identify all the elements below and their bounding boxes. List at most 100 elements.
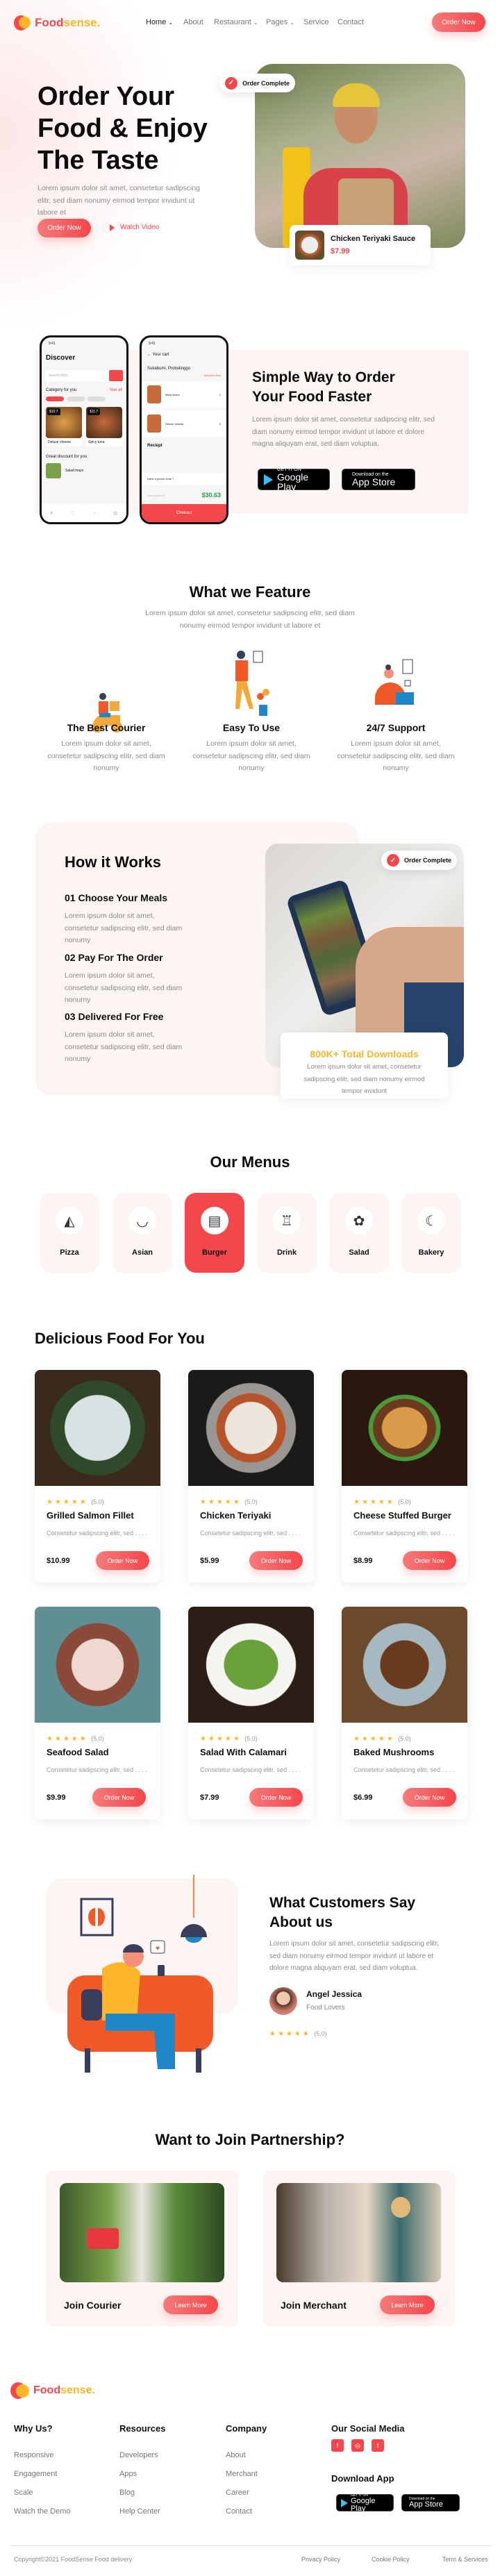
merchant-learn-more-button[interactable]: Learn More (380, 2295, 435, 2314)
food-photo (35, 1607, 160, 1723)
footer-link[interactable]: Scale (14, 2489, 33, 2497)
feature-title: The Best Courier (67, 722, 146, 733)
reviewer-name: Angel Jessica (306, 1989, 362, 1999)
footer-link[interactable]: Career (226, 2489, 249, 2497)
food-photo (35, 1370, 160, 1486)
food-price: $7.99 (200, 1793, 219, 1802)
food-card: ★★★★★ (5.0) Cheese Stuffed Burger Conset… (342, 1370, 467, 1582)
google-play-button[interactable]: GET IT ON Google Play (258, 467, 330, 492)
courier-photo (60, 2183, 224, 2282)
watch-video-button[interactable]: Watch Video (110, 224, 159, 231)
footer-link[interactable]: Help Center (119, 2507, 160, 2516)
testimonial-title: What Customers Say About us (269, 1895, 416, 1930)
join-merchant-label: Join Merchant (281, 2300, 347, 2311)
star-rating: ★★★★★ (47, 1498, 88, 1506)
footer-link[interactable]: About (226, 2451, 246, 2459)
food-order-now-button[interactable]: Order Now (92, 1788, 146, 1807)
menu-bakery[interactable]: ☾ Bakery (401, 1193, 461, 1273)
terms-link[interactable]: Term & Services (442, 2556, 488, 2563)
food-card: ★★★★★ (5.0) Grilled Salmon Fillet Conset… (35, 1370, 160, 1582)
person-on-sofa-illustration: ♥ (67, 1875, 213, 2073)
step-title: 01 Choose Your Meals (65, 892, 168, 903)
food-desc: Consetetur sadipscing elitr, sed . . . . (353, 1766, 455, 1773)
nav-service[interactable]: Service (303, 18, 329, 26)
app-store-button[interactable]: Download on the App Store (342, 469, 415, 490)
footer-logo[interactable]: Foodsense. (10, 2382, 95, 2399)
food-card: ★★★★★ (5.0) Seafood Salad Consetetur sad… (35, 1607, 160, 1819)
food-order-now-button[interactable]: Order Now (249, 1788, 303, 1807)
menu-drink[interactable]: ♖ Drink (257, 1193, 317, 1273)
footer-link[interactable]: Engagement (14, 2470, 57, 2478)
logo-icon (14, 15, 31, 31)
copyright: Copyright©2021 FoodSense Food delivery (14, 2556, 133, 2563)
pizza-icon: ◭ (56, 1207, 83, 1235)
footer-link[interactable]: Apps (119, 2470, 137, 2478)
footer-link[interactable]: Blog (119, 2489, 135, 2497)
play-icon (110, 224, 115, 231)
food-photo (342, 1607, 467, 1723)
downloads-card: 800K+ Total Downloads Lorem ipsum dolor … (281, 1032, 448, 1098)
phone-item-price: $10.7 (47, 408, 60, 415)
google-play-icon (341, 2498, 348, 2507)
nav-restaurant[interactable]: Restaurant ⌄ (214, 18, 258, 26)
order-complete-badge: ✓ Order Complete (381, 851, 458, 870)
star-rating: ★★★★★ (353, 1735, 395, 1743)
testimonial-rating: ★★★★★ (5.0) (269, 2030, 327, 2038)
hero-text: Lorem ipsum dolor sit amet, consetetur s… (38, 184, 201, 217)
nav-about[interactable]: About (183, 18, 203, 26)
footer-app-store-button[interactable]: Download on the App Store (401, 2494, 460, 2511)
food-photo (188, 1370, 314, 1486)
food-desc: Consetetur sadipscing elitr, sed . . . . (47, 1766, 148, 1773)
downloads-title: 800K+ Total Downloads (310, 1048, 419, 1060)
food-photo (342, 1370, 467, 1486)
chevron-down-icon: ⌄ (253, 19, 258, 26)
feature-text: Lorem ipsum dolor sit amet, consetetur s… (192, 739, 310, 772)
header-order-now-button[interactable]: Order Now (432, 12, 485, 32)
footer-link[interactable]: Responsive (14, 2451, 53, 2459)
food-name: Salad With Calamari (200, 1747, 287, 1757)
instagram-icon[interactable]: ◎ (351, 2439, 364, 2452)
food-order-now-button[interactable]: Order Now (96, 1551, 149, 1570)
cookie-policy-link[interactable]: Cookie Policy (372, 2556, 410, 2563)
logo-text-food: Food (35, 16, 64, 29)
step-text: Lorem ipsum dolor sit amet, consetetur s… (65, 912, 183, 944)
featured-dish-card[interactable]: Chicken Teriyaki Sauce $7.99 (290, 225, 431, 265)
courier-learn-more-button[interactable]: Learn More (163, 2295, 218, 2314)
food-name: Seafood Salad (47, 1747, 109, 1757)
dish-thumbnail (295, 231, 324, 260)
facebook-icon[interactable]: f (331, 2439, 344, 2452)
privacy-policy-link[interactable]: Privacy Policy (301, 2556, 340, 2563)
food-order-now-button[interactable]: Order Now (403, 1551, 456, 1570)
menu-salad[interactable]: ✿ Salad (329, 1193, 389, 1273)
twitter-icon[interactable]: t (372, 2439, 384, 2452)
join-merchant-card: Join Merchant Learn More (263, 2171, 455, 2326)
footer-google-play-button[interactable]: GET IT ON Google Play (336, 2493, 394, 2512)
food-desc: Consetetur sadipscing elitr, sed . . . . (200, 1766, 301, 1773)
food-price: $8.99 (353, 1557, 373, 1565)
nav-contact[interactable]: Contact (338, 18, 364, 26)
hero-order-now-button[interactable]: Order Now (38, 219, 91, 237)
menu-burger[interactable]: ▤ Burger (185, 1193, 244, 1273)
how-title: How it Works (65, 853, 161, 871)
food-name: Chicken Teriyaki (200, 1510, 272, 1521)
footer-link[interactable]: Contact (226, 2507, 252, 2516)
food-price: $5.99 (200, 1557, 219, 1565)
nav-home[interactable]: Home ⌄ (146, 18, 173, 26)
logo[interactable]: Foodsense. (14, 15, 100, 31)
food-order-now-button[interactable]: Order Now (249, 1551, 303, 1570)
rice-bowl-icon: ◡ (128, 1207, 156, 1235)
nav-pages[interactable]: Pages ⌄ (266, 18, 294, 26)
drink-icon: ♖ (273, 1207, 301, 1235)
star-rating: ★★★★★ (269, 2030, 311, 2038)
food-card: ★★★★★ (5.0) Baked Mushrooms Consetetur s… (342, 1607, 467, 1819)
star-rating: ★★★★★ (47, 1735, 88, 1743)
menu-asian[interactable]: ◡ Asian (112, 1193, 172, 1273)
food-order-now-button[interactable]: Order Now (403, 1788, 456, 1807)
social-title: Our Social Media (331, 2423, 405, 2434)
step-text: Lorem ipsum dolor sit amet, consetetur s… (65, 1030, 183, 1063)
footer-link[interactable]: Watch the Demo (14, 2507, 71, 2516)
footer-column-title: Resources (119, 2423, 166, 2434)
footer-link[interactable]: Merchant (226, 2470, 258, 2478)
footer-link[interactable]: Developers (119, 2451, 158, 2459)
menu-pizza[interactable]: ◭ Pizza (40, 1193, 99, 1273)
